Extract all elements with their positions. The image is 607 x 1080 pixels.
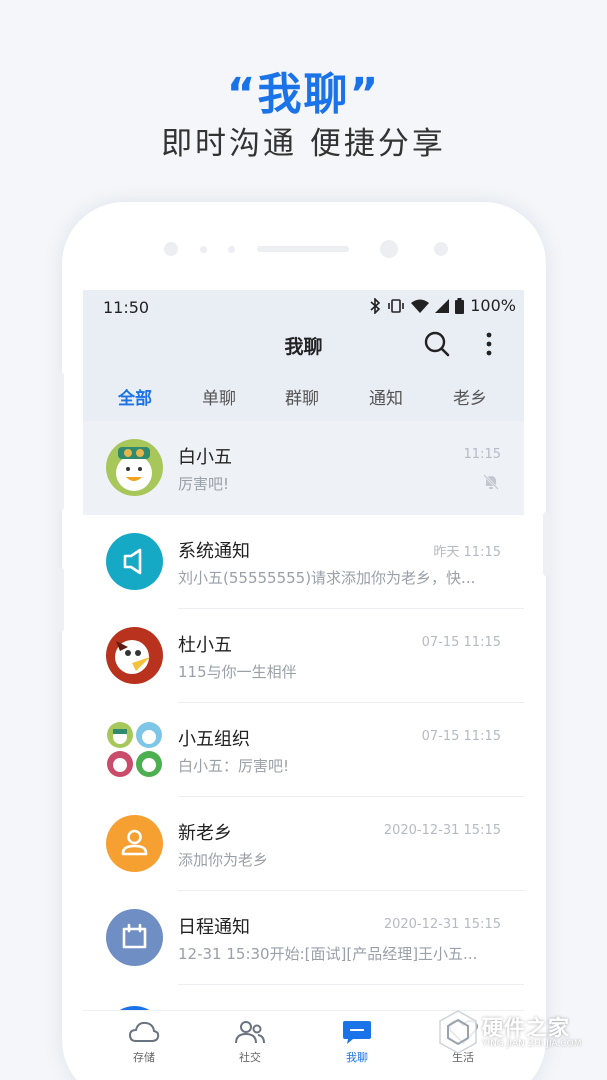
chat-preview: 厉害吧! bbox=[178, 475, 230, 493]
person-icon bbox=[121, 829, 148, 856]
watermark: 硬件之家 YING JIAN ZHI JIA.COM bbox=[436, 1008, 601, 1058]
watermark-subtext: YING JIAN ZHI JIA.COM bbox=[482, 1039, 582, 1049]
phone-screen: 11:50 100% 我聊 全部 单聊 群聊 通知 老乡 白小五 11:15 厉… bbox=[83, 290, 524, 1080]
chat-time: 07-15 11:15 bbox=[421, 635, 501, 650]
avatar bbox=[106, 533, 163, 590]
nav-label: 我聊 bbox=[346, 1051, 368, 1064]
tab-hometown[interactable]: 老乡 bbox=[453, 384, 487, 409]
chat-item-new-hometown[interactable]: 新老乡 2020-12-31 15:15 添加你为老乡 bbox=[83, 797, 524, 891]
phone-sensor bbox=[434, 242, 448, 256]
chat-name: 新老乡 bbox=[178, 823, 232, 844]
status-time: 11:50 bbox=[103, 298, 150, 317]
chat-item-schedule-notice[interactable]: 日程通知 2020-12-31 15:15 12-31 15:30开始:[面试]… bbox=[83, 891, 524, 985]
nav-storage[interactable]: 存储 bbox=[104, 1019, 184, 1065]
chat-time: 11:15 bbox=[463, 447, 501, 462]
people-icon bbox=[235, 1021, 265, 1044]
chat-time: 昨天 11:15 bbox=[433, 545, 501, 560]
phone-sensor bbox=[228, 246, 235, 253]
tab-all[interactable]: 全部 bbox=[118, 384, 152, 409]
page-title: 我聊 bbox=[284, 336, 323, 358]
watermark-text: 硬件之家 bbox=[482, 1016, 570, 1040]
chat-name: 小五组织 bbox=[178, 729, 250, 750]
vibrate-icon bbox=[388, 298, 405, 313]
signal-icon bbox=[435, 298, 450, 313]
bluetooth-icon bbox=[370, 297, 381, 314]
chat-item-xiaowu-group[interactable]: 小五组织 07-15 11:15 白小五：厉害吧! bbox=[83, 703, 524, 797]
search-icon[interactable] bbox=[423, 330, 451, 358]
phone-speaker bbox=[257, 246, 349, 252]
chat-time: 2020-12-31 15:15 bbox=[383, 917, 501, 932]
speaker-icon bbox=[123, 548, 142, 575]
nav-label: 存储 bbox=[133, 1051, 155, 1064]
calendar-icon bbox=[122, 923, 147, 949]
phone-side-button bbox=[56, 372, 64, 510]
chat-item-system-notice[interactable]: 系统通知 昨天 11:15 刘小五(55555555)请求添加你为老乡，快... bbox=[83, 515, 524, 609]
avatar bbox=[106, 439, 163, 496]
phone-sensor bbox=[164, 242, 178, 256]
chat-name: 系统通知 bbox=[178, 541, 250, 562]
chat-preview: 12-31 15:30开始:[面试][产品经理]王小五... bbox=[178, 945, 478, 963]
phone-side-button bbox=[56, 568, 64, 632]
chat-preview: 刘小五(55555555)请求添加你为老乡，快... bbox=[178, 569, 476, 587]
group-avatar bbox=[106, 721, 163, 778]
avatar bbox=[106, 815, 163, 872]
cloud-icon bbox=[128, 1021, 160, 1042]
chat-tabs: 全部 单聊 群聊 通知 老乡 bbox=[83, 384, 524, 410]
bell-off-icon bbox=[483, 474, 499, 490]
chat-name: 日程通知 bbox=[178, 917, 250, 938]
chat-preview: 添加你为老乡 bbox=[178, 851, 269, 869]
app-header: 11:50 100% 我聊 全部 单聊 群聊 通知 老乡 bbox=[83, 290, 524, 421]
avatar bbox=[106, 909, 163, 966]
nav-social[interactable]: 社交 bbox=[210, 1019, 290, 1065]
chat-time: 2020-12-31 15:15 bbox=[383, 823, 501, 838]
status-icons: 100% bbox=[369, 296, 516, 315]
phone-sensor bbox=[200, 246, 207, 253]
battery-level: 100% bbox=[470, 296, 516, 315]
chat-bubble-icon bbox=[343, 1021, 371, 1044]
avatar bbox=[106, 627, 163, 684]
chat-preview: 白小五：厉害吧! bbox=[178, 757, 290, 775]
wifi-icon bbox=[411, 299, 430, 313]
more-vertical-icon[interactable] bbox=[479, 330, 499, 358]
promo-subtitle: 即时沟通 便捷分享 bbox=[161, 126, 446, 162]
nav-chat[interactable]: 我聊 bbox=[317, 1019, 397, 1065]
tab-notice[interactable]: 通知 bbox=[369, 384, 403, 409]
chat-name: 杜小五 bbox=[178, 635, 232, 656]
tab-group[interactable]: 群聊 bbox=[285, 384, 319, 409]
tab-single[interactable]: 单聊 bbox=[202, 384, 236, 409]
chat-item-bai-xiaowu[interactable]: 白小五 11:15 厉害吧! bbox=[83, 421, 524, 515]
nav-label: 社交 bbox=[239, 1051, 261, 1064]
chat-time: 07-15 11:15 bbox=[421, 729, 501, 744]
divider bbox=[178, 984, 524, 985]
phone-side-button bbox=[543, 512, 551, 576]
battery-icon bbox=[455, 297, 465, 314]
chat-name: 白小五 bbox=[178, 447, 232, 468]
promo-title: “我聊” bbox=[226, 69, 381, 120]
chat-preview: 115与你一生相伴 bbox=[178, 663, 297, 681]
chat-item-du-xiaowu[interactable]: 杜小五 07-15 11:15 115与你一生相伴 bbox=[83, 609, 524, 703]
watermark-logo-icon bbox=[439, 1010, 477, 1054]
phone-camera bbox=[380, 240, 398, 258]
